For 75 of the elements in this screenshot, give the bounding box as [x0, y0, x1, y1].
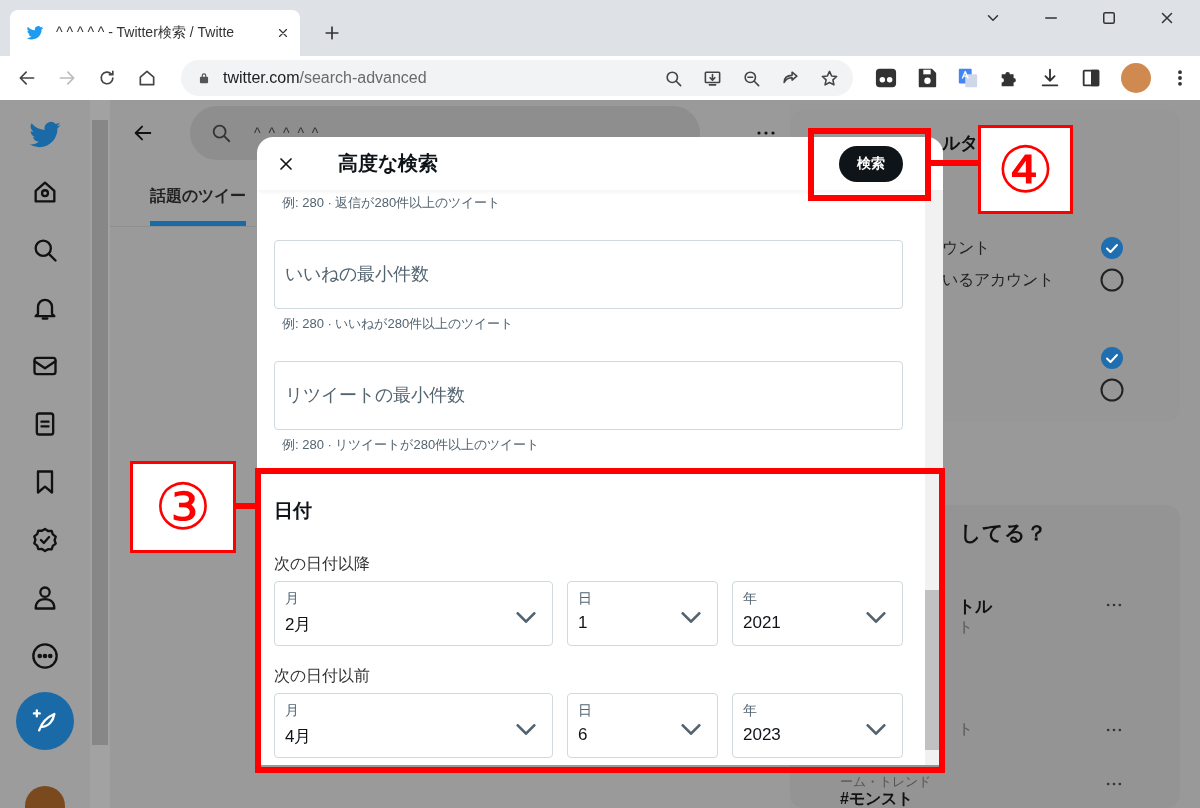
option-label: いるアカウント: [942, 269, 1054, 290]
select-field[interactable]: 年 2023: [732, 693, 903, 758]
chevron-down-icon: [681, 612, 701, 623]
browser-tab[interactable]: ^ ^ ^ ^ ^ - Twitter検索 / Twitte: [10, 10, 300, 56]
lock-icon: [197, 71, 211, 85]
select-label: 年: [743, 702, 758, 720]
close-icon[interactable]: [276, 26, 290, 40]
select-label: 年: [743, 590, 758, 608]
tab-title: ^ ^ ^ ^ ^ - Twitter検索 / Twitte: [56, 24, 236, 42]
field-hint: 例: 280 · リツイートが280件以上のツイート: [282, 436, 541, 454]
mask-icon[interactable]: [875, 67, 897, 89]
select-label: 日: [578, 590, 592, 608]
select-label: 日: [578, 702, 592, 720]
radio-icon[interactable]: [1100, 268, 1124, 292]
trend-name: #モンスト: [840, 789, 914, 808]
radio-icon[interactable]: [1100, 378, 1124, 402]
zoom-out-icon[interactable]: [742, 68, 761, 88]
select-value: 2021: [743, 613, 781, 633]
chevron-down-icon: [516, 724, 536, 735]
profile-avatar[interactable]: [1121, 63, 1151, 93]
chevron-down-icon: [516, 612, 536, 623]
search-button[interactable]: 検索: [839, 145, 903, 182]
select-label: 月: [285, 590, 300, 608]
address-bar[interactable]: twitter.com/search-advanced: [181, 60, 853, 96]
more-icon[interactable]: [31, 642, 59, 670]
checked-radio-icon[interactable]: [1100, 236, 1124, 260]
select-field[interactable]: 日 1: [567, 581, 718, 646]
trend-count: ト: [958, 720, 973, 739]
chevron-down-icon: [866, 724, 886, 735]
range-label: 次の日付以降: [274, 554, 371, 574]
chevron-down-icon: [866, 612, 886, 623]
range-label: 次の日付以前: [274, 666, 371, 686]
url-host: twitter.com: [223, 69, 300, 86]
checked-radio-icon[interactable]: [1100, 346, 1124, 370]
translate-icon[interactable]: [957, 67, 979, 89]
download-icon[interactable]: [1039, 67, 1061, 89]
field-hint: 例: 280 · 返信が280件以上のツイート: [282, 194, 502, 212]
home-icon[interactable]: [137, 68, 157, 88]
trend-count: ト: [958, 618, 974, 637]
trend-name: トル: [958, 596, 992, 618]
compose-button[interactable]: [16, 692, 74, 750]
verified-icon[interactable]: [31, 526, 59, 554]
select-field[interactable]: 月 4月: [274, 693, 553, 758]
select-value: 4月: [285, 726, 312, 748]
select-value: 2023: [743, 725, 781, 745]
floppy-icon[interactable]: [916, 67, 938, 89]
select-value: 6: [578, 725, 589, 745]
callout-label: ④: [978, 125, 1073, 214]
search-icon: [210, 122, 232, 144]
input-field[interactable]: リツイートの最小件数: [274, 361, 903, 430]
select-value: 2月: [285, 614, 312, 636]
url-path: /search-advanced: [299, 69, 427, 86]
option-label: ウント: [942, 237, 990, 258]
chevron-down-icon: [681, 724, 701, 735]
field-hint: 例: 280 · いいねが280件以上のツイート: [282, 315, 515, 333]
star-icon[interactable]: [820, 68, 839, 88]
select-label: 月: [285, 702, 300, 720]
install-icon[interactable]: [703, 68, 722, 88]
input-field[interactable]: いいねの最小件数: [274, 240, 903, 309]
section-heading: してる？: [959, 520, 1048, 546]
side-panel-icon[interactable]: [1080, 67, 1102, 89]
select-field[interactable]: 月 2月: [274, 581, 553, 646]
select-field[interactable]: 年 2021: [732, 581, 903, 646]
back-icon[interactable]: [17, 68, 37, 88]
bird-icon: [26, 24, 44, 42]
select-value: 1: [578, 613, 589, 633]
select-field[interactable]: 日 6: [567, 693, 718, 758]
callout-label: ③: [130, 461, 236, 553]
search-icon[interactable]: [664, 68, 683, 88]
reload-icon[interactable]: [97, 68, 117, 88]
maximize-icon[interactable]: [1100, 9, 1118, 27]
scrollbar-thumb[interactable]: [92, 120, 108, 745]
tab[interactable]: 話題のツイー: [150, 182, 246, 226]
section-heading: 日付: [274, 499, 313, 523]
section-heading: ルタ: [942, 132, 978, 154]
